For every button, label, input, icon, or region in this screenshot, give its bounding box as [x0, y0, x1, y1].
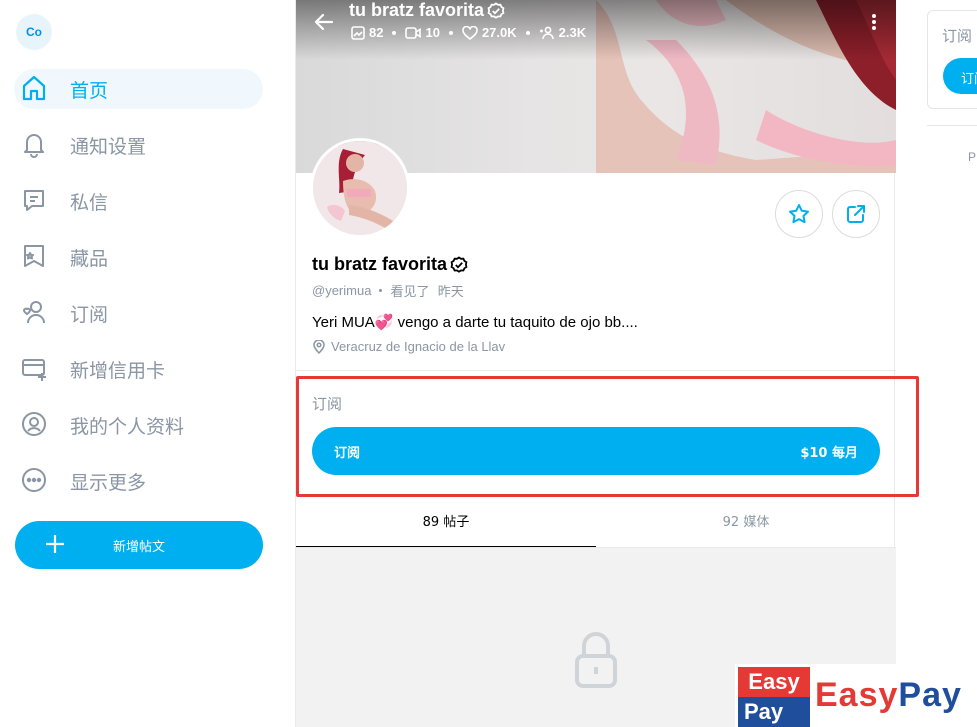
- star-icon: [789, 204, 809, 224]
- likes-count: 27.0K: [481, 25, 517, 40]
- heart-icon: [462, 25, 478, 40]
- right-footer-text: P: [968, 150, 977, 164]
- highlight-frame: [296, 376, 919, 497]
- right-subscription-card: 订阅 订阅: [927, 10, 977, 109]
- avatar-photo-figure: [313, 141, 407, 235]
- nav-item-add-card[interactable]: 新增信用卡: [0, 348, 295, 404]
- nav-item-show-more[interactable]: 显示更多: [0, 460, 295, 516]
- tab-posts[interactable]: 89 帖子: [296, 500, 596, 548]
- easypay-logo-box: Easy Pay: [738, 667, 810, 727]
- easypay-wordmark: EasyPay: [815, 676, 962, 715]
- videos-count: 10: [425, 25, 440, 40]
- profile-name-text: tu bratz favorita: [312, 254, 448, 274]
- content-tabs: 89 帖子 92 媒体: [296, 500, 896, 548]
- nav-item-label: 我的个人资料: [70, 416, 185, 438]
- cover-title: tu bratz favorita: [349, 0, 505, 21]
- section-divider: [296, 370, 896, 371]
- nav-item-home[interactable]: 首页: [0, 68, 295, 124]
- profile-icon: [22, 412, 46, 436]
- profile-location: Veracruz de Ignacio de la Llav: [313, 339, 505, 354]
- nav-item-label: 显示更多: [70, 472, 147, 494]
- right-subscribe-button[interactable]: 订阅: [943, 58, 977, 94]
- videos-stat: 10: [405, 25, 440, 40]
- fans-count: 2.3K: [558, 25, 587, 40]
- verified-icon: [450, 255, 468, 273]
- verified-icon: [487, 1, 505, 19]
- more-options-icon[interactable]: [866, 10, 882, 34]
- nav-item-collections[interactable]: 藏品: [0, 236, 295, 292]
- easypay-watermark: Easy Pay EasyPay: [735, 664, 977, 727]
- right-card-label: 订阅: [942, 27, 973, 45]
- user-avatar[interactable]: Co: [16, 14, 52, 50]
- wordmark-easy: Easy: [815, 676, 899, 714]
- handle-separator: [379, 289, 383, 292]
- home-icon: [22, 75, 46, 101]
- nav-item-label: 新增信用卡: [70, 360, 166, 382]
- profile-avatar[interactable]: [310, 138, 410, 238]
- profile-name: tu bratz favorita: [312, 254, 468, 275]
- nav-item-notifications[interactable]: 通知设置: [0, 124, 295, 180]
- main-nav: 首页 通知设置 私信 藏品 订阅 新增信用卡 我的个人资料 显示更多: [0, 68, 295, 516]
- fans-stat: 2.3K: [539, 25, 586, 40]
- profile-handle-row: @yerimua 看见了 昨天: [312, 281, 464, 300]
- cover-title-text: tu bratz favorita: [349, 0, 485, 20]
- favorite-button[interactable]: [775, 190, 823, 238]
- message-icon: [24, 190, 44, 211]
- stats-separator: [525, 30, 530, 35]
- right-divider: [927, 125, 977, 126]
- nav-item-my-profile[interactable]: 我的个人资料: [0, 404, 295, 460]
- add-card-icon: [22, 359, 46, 381]
- photos-stat: 82: [351, 25, 383, 40]
- location-pin-icon: [313, 339, 325, 354]
- nav-item-subscriptions[interactable]: 订阅: [0, 292, 295, 348]
- stats-separator: [392, 30, 397, 35]
- video-icon: [405, 26, 422, 39]
- nav-item-label: 藏品: [70, 248, 109, 270]
- likes-stat: 27.0K: [462, 25, 517, 40]
- profile-bio: Yeri MUA💞 vengo a darte tu taquito de oj…: [312, 314, 638, 331]
- location-text: Veracruz de Ignacio de la Llav: [331, 339, 506, 354]
- nav-item-messages[interactable]: 私信: [0, 180, 295, 236]
- collections-icon: [24, 245, 44, 267]
- back-arrow-icon[interactable]: [312, 10, 336, 34]
- nav-item-label: 私信: [70, 192, 109, 214]
- lock-icon: [575, 632, 617, 688]
- bell-icon: [24, 134, 44, 158]
- right-subscribe-label: 订阅: [961, 72, 977, 87]
- subscriptions-icon: [23, 301, 45, 324]
- new-post-label: 新增帖文: [112, 540, 165, 555]
- logo-box-top: Easy: [738, 667, 810, 697]
- share-icon: [847, 205, 865, 223]
- tab-media[interactable]: 92 媒体: [596, 500, 896, 548]
- nav-item-label: 通知设置: [70, 136, 147, 158]
- left-sidebar: Co 首页 通知设置 私信 藏品 订阅 新增信用卡 我的个人资料 显示更多 新增…: [0, 0, 295, 727]
- image-icon: [351, 25, 365, 40]
- last-seen: 看见了 昨天: [390, 285, 464, 300]
- nav-item-label: 订阅: [70, 304, 109, 326]
- profile-handle: @yerimua: [312, 283, 372, 298]
- stats-separator: [448, 30, 453, 35]
- nav-active-highlight: [14, 69, 263, 109]
- photos-count: 82: [369, 25, 384, 40]
- new-post-button[interactable]: 新增帖文: [15, 521, 263, 569]
- logo-box-bottom: Pay: [738, 697, 810, 727]
- fans-icon: [539, 26, 554, 39]
- wordmark-pay: Pay: [898, 676, 962, 714]
- nav-item-label: 首页: [70, 80, 109, 102]
- more-icon: [22, 468, 46, 492]
- cover-stats: 82 10 27.0K 2.3K: [351, 25, 586, 40]
- profile-column: tu bratz favorita 82 10 27.0K 2.3K tu br…: [295, 0, 919, 727]
- share-button[interactable]: [832, 190, 880, 238]
